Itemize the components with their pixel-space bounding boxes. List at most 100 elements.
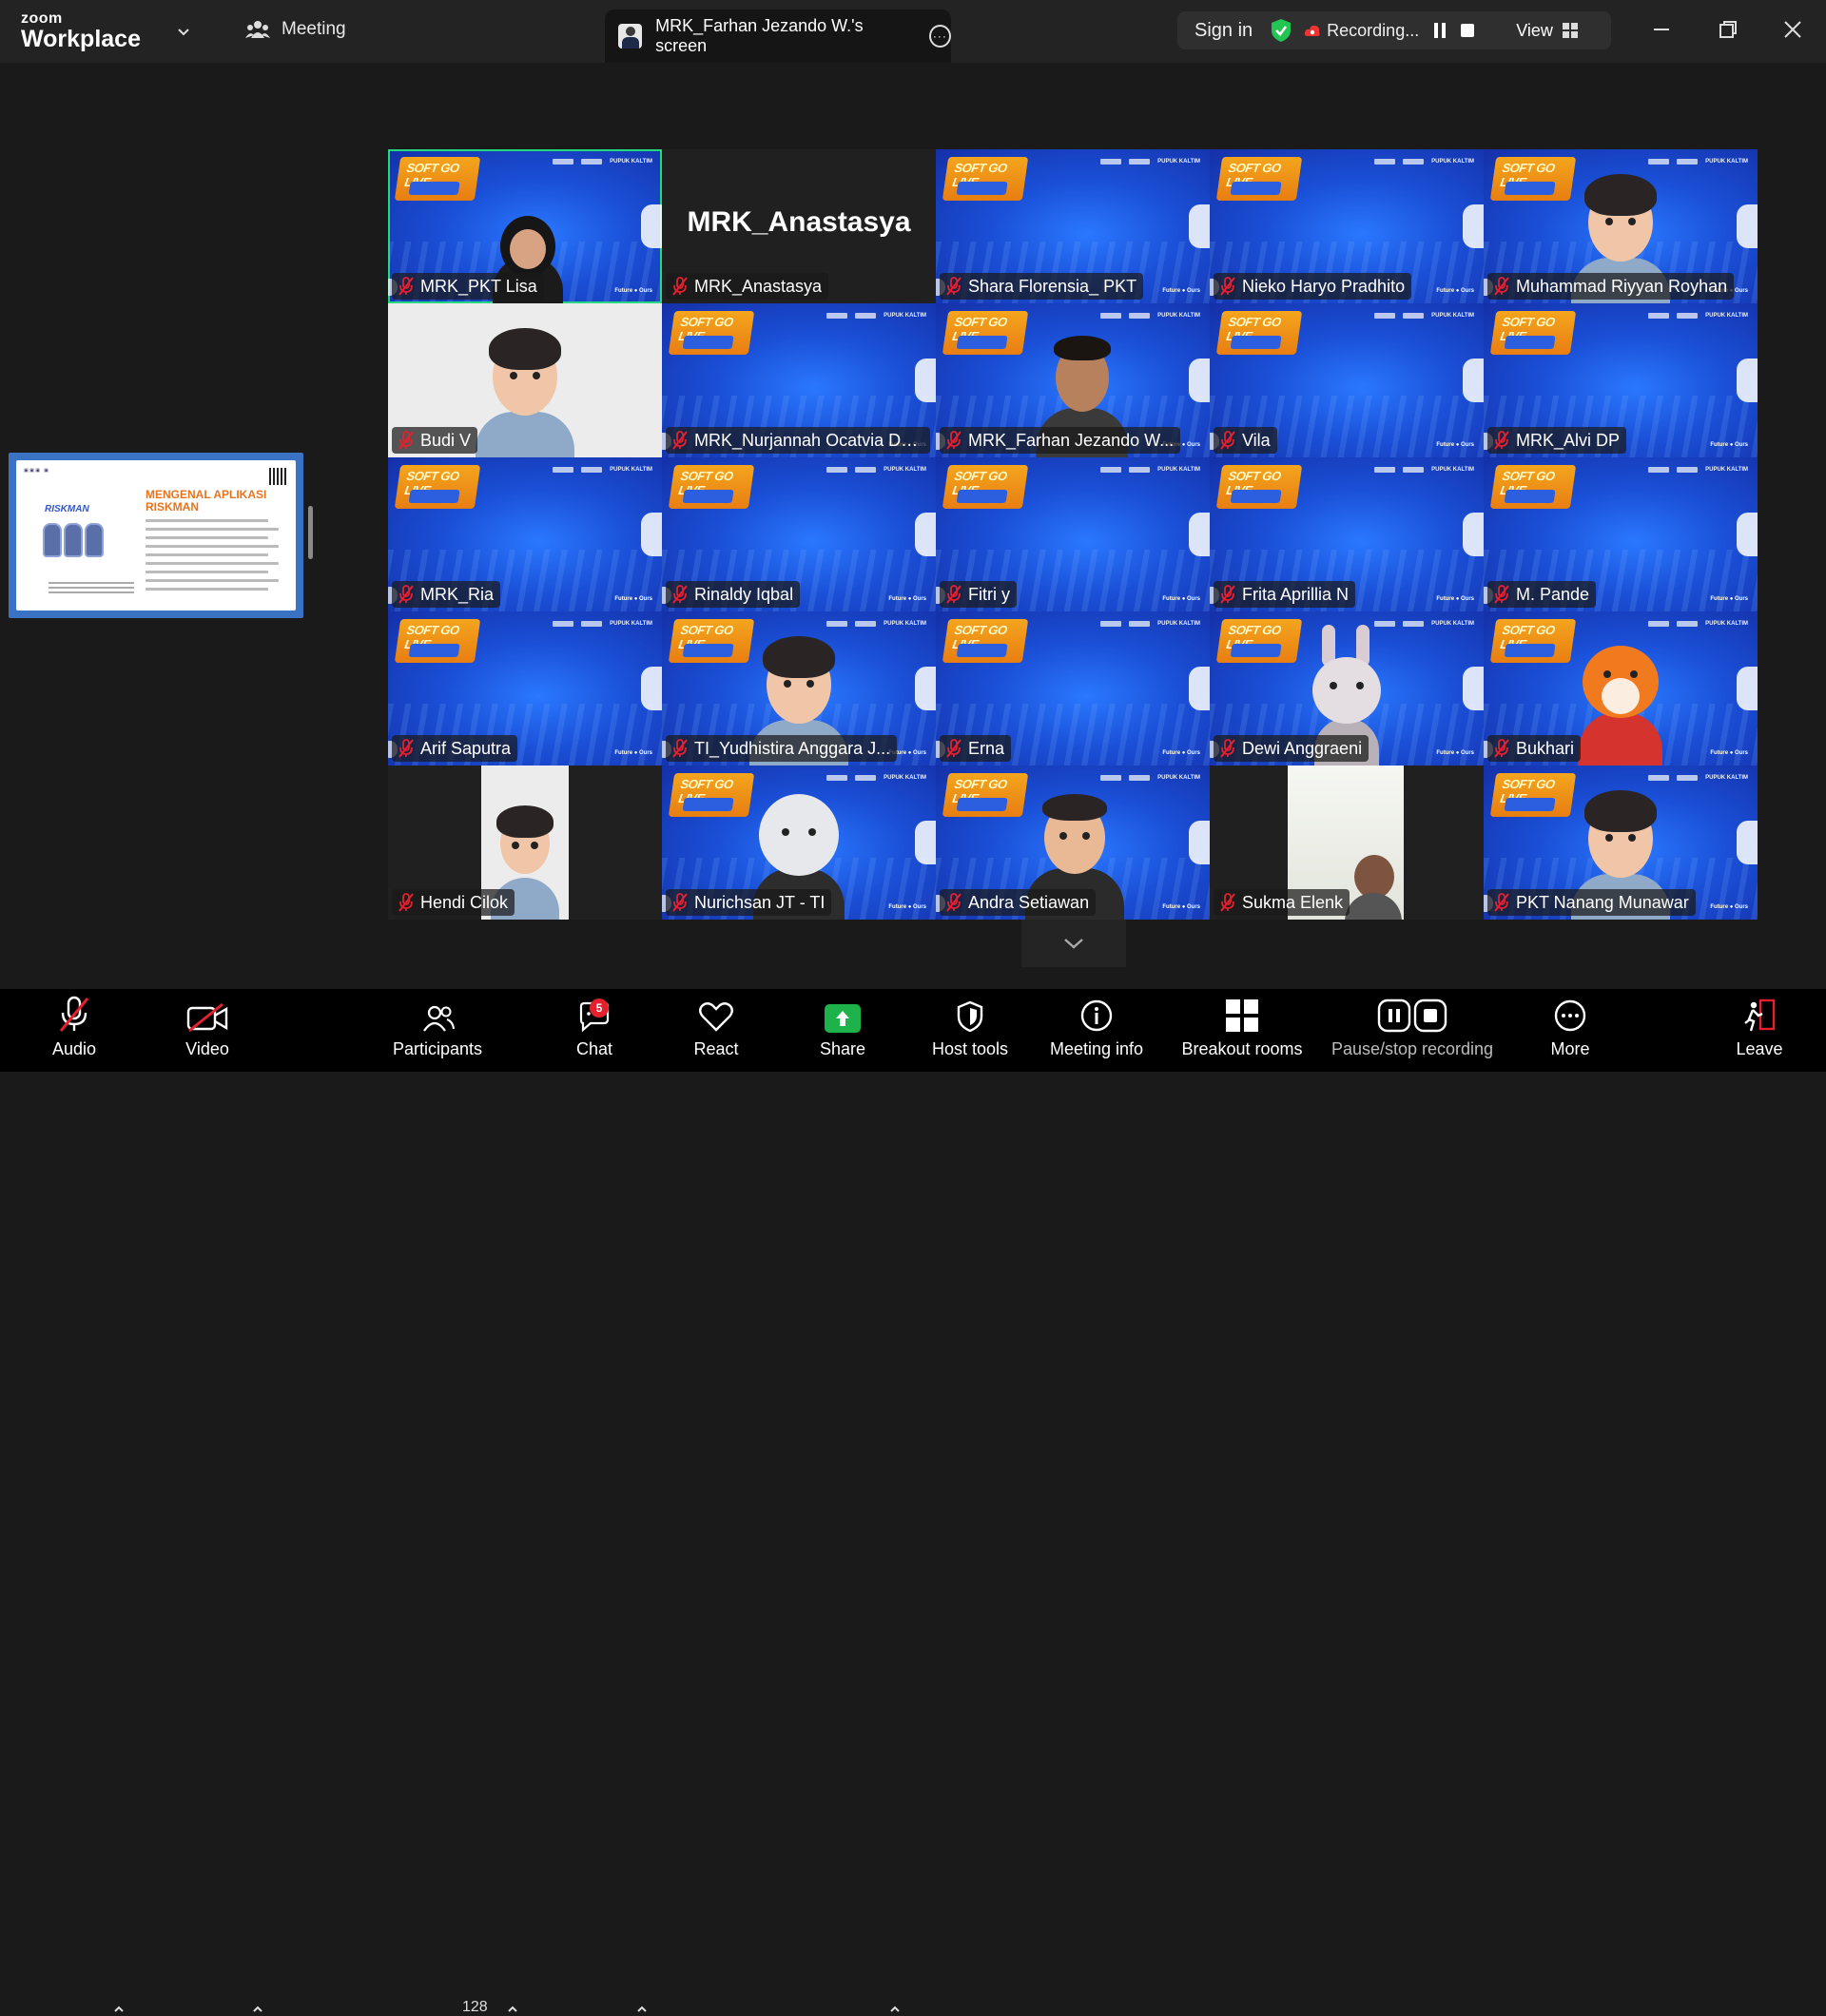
soft-go-live-badge: SOFT GO LIVE: [668, 773, 755, 817]
microphone-muted-icon: [1220, 893, 1235, 912]
share-button[interactable]: Share: [814, 989, 871, 1072]
participant-tile[interactable]: SOFT GO LIVE PUPUK KALTIM Future ● Ours Ern…: [936, 611, 1210, 766]
participant-name-label: MRK_Ria: [392, 581, 501, 608]
participant-tile[interactable]: SOFT GO LIVE PUPUK KALTIM Future ● Ours Fit…: [936, 457, 1210, 611]
host-tools-button[interactable]: Host tools: [923, 989, 1018, 1072]
microphone-muted-icon: [1494, 585, 1509, 604]
gallery-scroll-down-button[interactable]: [1021, 920, 1126, 967]
meeting-info-button[interactable]: Meeting info: [1042, 989, 1151, 1072]
participant-name: Budi V: [420, 430, 472, 450]
participant-tile[interactable]: SOFT GO LIVEPUPUK KALTIMFuture ● OursMRK…: [388, 457, 662, 611]
minimize-icon[interactable]: [1649, 17, 1674, 42]
participant-tile[interactable]: SOFT GO LIVE PUPUK KALTIM Future ● Ours TI_…: [662, 611, 936, 766]
participants-label: Participants: [392, 1039, 483, 1058]
recording-status: Recording...: [1304, 21, 1419, 41]
participant-tile[interactable]: SOFT GO LIVE PUPUK KALTIM Future ● Ours And…: [936, 766, 1210, 920]
leave-door-icon: [1744, 998, 1776, 1032]
video-button[interactable]: Video: [177, 989, 238, 1072]
logo-top-text: zoom: [21, 10, 63, 27]
participant-tile[interactable]: SOFT GO LIVE PUPUK KALTIM Future ● Ours M. …: [1484, 457, 1758, 611]
participant-name: Bukhari: [1516, 738, 1575, 758]
participants-button[interactable]: Participants: [388, 989, 487, 1072]
microphone-muted-icon: [1220, 431, 1235, 450]
video-options-caret-icon[interactable]: [251, 2003, 264, 2016]
participant-tile[interactable]: SOFT GO LIVEPUPUK KALTIMFuture ● OursMRK…: [388, 149, 662, 303]
soft-go-live-text: SOFT GO LIVE: [1225, 623, 1282, 651]
background-footer-text: Future ● Ours: [1162, 288, 1200, 294]
participant-tile[interactable]: SOFT GO LIVE PUPUK KALTIM Future ● Ours Fri…: [1210, 457, 1484, 611]
participant-name: Rinaldy Iqbal: [694, 584, 794, 604]
shield-check-icon[interactable]: [1270, 18, 1292, 43]
soft-go-live-badge: SOFT GO LIVE: [1215, 311, 1303, 355]
soft-go-live-badge: SOFT GO LIVE: [394, 157, 481, 201]
participant-tile[interactable]: SOFT GO LIVE PUPUK KALTIM Future ● Ours Nie…: [1210, 149, 1484, 303]
participant-name: Arif Saputra: [420, 738, 512, 758]
partner-logo-text: PUPUK KALTIM: [1431, 467, 1474, 473]
participant-tile[interactable]: SOFT GO LIVE PUPUK KALTIM Future ● Ours PKT…: [1484, 766, 1758, 920]
sponsor-logos: PUPUK KALTIM: [553, 621, 652, 627]
splitter-handle[interactable]: [308, 506, 313, 559]
slide-caption: [49, 582, 134, 595]
participant-tile[interactable]: MRK_Anastasya MRK_Anastasya: [662, 149, 936, 303]
background-decoration: [1737, 359, 1758, 402]
soft-go-live-badge: SOFT GO LIVE: [942, 157, 1029, 201]
close-icon[interactable]: [1780, 17, 1805, 42]
tab-meeting[interactable]: Meeting: [245, 19, 346, 40]
participant-tile[interactable]: SOFT GO LIVE PUPUK KALTIM Future ● Ours Vil…: [1210, 303, 1484, 457]
leave-button[interactable]: Leave: [1733, 989, 1786, 1072]
stop-recording-icon[interactable]: [1461, 24, 1475, 37]
view-button[interactable]: View: [1516, 21, 1578, 41]
participant-tile[interactable]: SOFT GO LIVE PUPUK KALTIM Future ● Ours Sha…: [936, 149, 1210, 303]
breakout-rooms-button[interactable]: Breakout rooms: [1175, 989, 1309, 1072]
pause-recording-icon[interactable]: [1434, 23, 1447, 38]
share-options-caret-icon[interactable]: [888, 2003, 902, 2016]
sponsor-logos: PUPUK KALTIM: [1100, 467, 1200, 473]
sign-in-button[interactable]: Sign in: [1177, 20, 1270, 42]
more-options-icon[interactable]: ···: [928, 25, 951, 48]
pause-stop-recording-button[interactable]: Pause/stop recording: [1326, 989, 1499, 1072]
react-button[interactable]: React: [687, 989, 746, 1072]
participant-tile[interactable]: Budi V: [388, 303, 662, 457]
participant-tile[interactable]: SOFT GO LIVEPUPUK KALTIMFuture ● OursMRK…: [662, 303, 936, 457]
chat-options-caret-icon[interactable]: [635, 2003, 649, 2016]
participant-tile[interactable]: SOFT GO LIVE PUPUK KALTIM Future ● Ours Buk…: [1484, 611, 1758, 766]
participants-options-caret-icon[interactable]: [506, 2003, 519, 2016]
shared-screen-thumbnail[interactable]: ▣ ▣ ▣ ▣ RISKMAN MENGENAL APLIKASI RISKMA…: [9, 453, 303, 618]
audio-button[interactable]: Audio: [42, 989, 107, 1072]
participant-tile[interactable]: SOFT GO LIVEPUPUK KALTIMFuture ● OursMRK…: [936, 303, 1210, 457]
participant-tile[interactable]: SOFT GO LIVEPUPUK KALTIMFuture ● OursMRK…: [1484, 303, 1758, 457]
participant-name: Muhammad Riyyan Royhan: [1516, 276, 1728, 296]
participant-tile[interactable]: Hendi Cilok: [388, 766, 662, 920]
meeting-status-bar: Sign in Recording... View: [1177, 11, 1611, 49]
background-footer-text: Future ● Ours: [1710, 596, 1748, 602]
view-label: View: [1516, 20, 1553, 40]
soft-go-live-text: SOFT GO LIVE: [1499, 315, 1556, 343]
participant-tile[interactable]: SOFT GO LIVEPUPUK KALTIMFuture ● OursMuh…: [1484, 149, 1758, 303]
more-button[interactable]: More: [1544, 989, 1596, 1072]
sponsor-logos: PUPUK KALTIM: [1100, 775, 1200, 781]
tab-shared-screen[interactable]: MRK_Farhan Jezando W.'s screen ···: [605, 10, 951, 63]
participant-tile[interactable]: SOFT GO LIVE PUPUK KALTIM Future ● Ours Ari…: [388, 611, 662, 766]
background-footer-text: Future ● Ours: [614, 750, 652, 756]
background-decoration: [1189, 513, 1210, 556]
audio-options-caret-icon[interactable]: [112, 2003, 126, 2016]
participant-name-label: Arif Saputra: [392, 735, 518, 762]
chevron-down-icon[interactable]: [175, 23, 192, 40]
restore-icon[interactable]: [1716, 17, 1740, 42]
participant-name: Dewi Anggraeni: [1242, 738, 1363, 758]
chat-button[interactable]: 5 Chat: [567, 989, 622, 1072]
background-decoration: [1737, 513, 1758, 556]
more-label: More: [1550, 1039, 1590, 1058]
pause-stop-recording-icon: [1377, 998, 1447, 1033]
soft-go-live-badge: SOFT GO LIVE: [942, 465, 1029, 509]
participant-tile[interactable]: SOFT GO LIVE PUPUK KALTIM Future ● Ours Nur…: [662, 766, 936, 920]
sponsor-logos: PUPUK KALTIM: [1648, 159, 1748, 165]
partner-logo-text: PUPUK KALTIM: [1431, 313, 1474, 319]
logo-bottom-text: Workplace: [21, 26, 141, 52]
participant-name-label: Shara Florensia_ PKT: [940, 273, 1144, 300]
background-decoration: [915, 667, 936, 710]
participant-tile[interactable]: SOFT GO LIVE PUPUK KALTIM Future ● Ours Rin…: [662, 457, 936, 611]
participant-tile[interactable]: Sukma Elenk: [1210, 766, 1484, 920]
participant-tile[interactable]: SOFT GO LIVE PUPUK KALTIM Future ● Ours Dew…: [1210, 611, 1484, 766]
partner-logo-text: PUPUK KALTIM: [884, 313, 926, 319]
